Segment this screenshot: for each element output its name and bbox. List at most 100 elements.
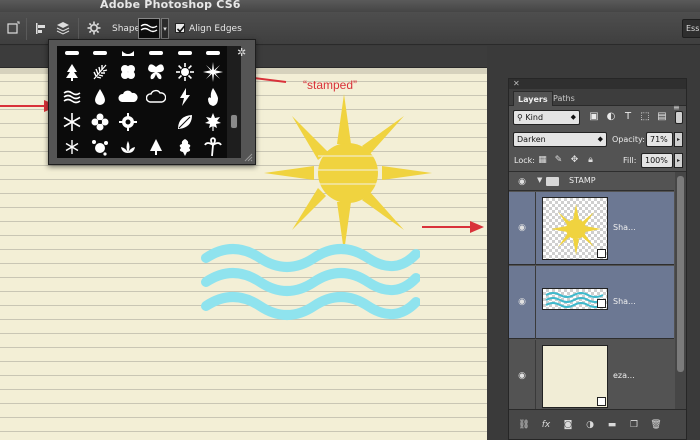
shape-dropdown-button[interactable]: ▾ <box>161 18 169 39</box>
shape-picker-cell[interactable] <box>201 109 226 134</box>
layer-row[interactable]: ◉ eza... <box>509 340 674 409</box>
path-arrange-icon[interactable] <box>56 21 70 35</box>
link-icon[interactable]: ⛓ <box>517 419 531 431</box>
eye-icon[interactable]: ◉ <box>516 223 528 233</box>
shape-picker-cell[interactable] <box>172 109 197 134</box>
filter-kind-select[interactable]: ⚲ Kind ◆ <box>513 110 580 125</box>
shamrock-icon <box>121 64 136 79</box>
shape-picker-cell[interactable] <box>201 46 226 59</box>
shape-picker-cell[interactable] <box>59 59 84 84</box>
shape-picker-cell[interactable] <box>201 84 226 109</box>
tab-paths[interactable]: Paths <box>549 91 579 106</box>
shape-picker-cell[interactable] <box>116 84 141 109</box>
gear-icon[interactable]: ✲ <box>237 46 246 59</box>
fx-icon[interactable]: fx <box>539 419 553 431</box>
shape-picker-cell[interactable] <box>144 134 169 158</box>
align-edges-label: Align Edges <box>189 24 242 34</box>
shape-picker-cell[interactable] <box>116 59 141 84</box>
fill-input[interactable]: 100% <box>641 153 673 168</box>
layer-group-row[interactable]: ◉ ▼ STAMP <box>509 172 674 191</box>
shape-picker-cell[interactable] <box>59 134 84 158</box>
shape-picker-cell[interactable] <box>116 109 141 134</box>
eye-icon[interactable]: ◉ <box>516 177 528 187</box>
waves-shape[interactable] <box>200 238 420 338</box>
type-filter-icon[interactable]: T <box>621 110 635 124</box>
eye-icon[interactable]: ◉ <box>516 297 528 307</box>
trash-icon[interactable]: 🗑︎ <box>649 419 663 431</box>
close-icon[interactable]: ✕ <box>513 79 520 89</box>
adjustment-layer-icon[interactable]: ◑ <box>583 419 597 431</box>
custom-shape-picker[interactable]: ✲ <box>48 39 256 165</box>
tool-preset-icon[interactable] <box>6 21 20 35</box>
workspace-switcher-button[interactable]: Ess <box>682 19 700 38</box>
lock-all-icon[interactable]: 🔒︎ <box>585 155 596 166</box>
adjustment-filter-icon[interactable]: ◐ <box>604 110 618 124</box>
panel-header: ✕ <box>509 79 686 89</box>
shape-picker-cell[interactable] <box>87 59 112 84</box>
opacity-label: Opacity: <box>612 135 645 144</box>
shape-picker-cell[interactable] <box>144 59 169 84</box>
shape-layer-badge-icon <box>597 249 606 258</box>
lock-position-icon[interactable]: ✥ <box>569 155 580 166</box>
picker-scroll-thumb[interactable] <box>230 114 238 129</box>
picker-scrollbar[interactable] <box>227 46 241 158</box>
snowflake-small-icon <box>65 139 78 154</box>
shape-picker-cell[interactable] <box>87 134 112 158</box>
shape-layer-badge-icon <box>597 299 606 308</box>
layer-row[interactable]: ◉ Sha... <box>509 192 674 265</box>
app-title: Adobe Photoshop CS6 <box>100 0 241 11</box>
shape-picker-cell[interactable] <box>87 109 112 134</box>
layers-scrollbar[interactable] <box>675 172 686 409</box>
layers-scroll-thumb[interactable] <box>677 176 684 372</box>
lock-transparency-icon[interactable]: ▦ <box>537 155 548 166</box>
waves-icon <box>140 23 158 33</box>
fill-dropdown-button[interactable]: ▸ <box>674 153 683 168</box>
chevron-down-icon: ▾ <box>163 25 167 33</box>
align-edges-checkbox[interactable] <box>175 23 186 33</box>
shape-picker-cell[interactable] <box>87 84 112 109</box>
blend-mode-value: Darken <box>517 135 546 144</box>
top-partial-icon <box>64 50 79 55</box>
shape-picker-cell[interactable] <box>201 59 226 84</box>
shape-picker-cell[interactable] <box>144 109 169 134</box>
shape-picker-cell[interactable] <box>59 46 84 59</box>
shape-swatch[interactable] <box>138 18 160 39</box>
row-divider <box>535 266 536 339</box>
sun-shape[interactable] <box>264 94 432 252</box>
layer-thumbnail-paper <box>542 345 608 408</box>
add-mask-icon[interactable]: ◙ <box>561 419 575 431</box>
new-group-icon[interactable]: ▬ <box>605 419 619 431</box>
shape-picker-cell[interactable] <box>116 134 141 158</box>
filter-kind-value: Kind <box>525 113 544 122</box>
opacity-dropdown-button[interactable]: ▸ <box>674 132 683 147</box>
opacity-input[interactable]: 71% <box>646 132 673 147</box>
shape-picker-cell[interactable] <box>87 46 112 59</box>
splat-icon <box>91 139 108 156</box>
path-align-icon[interactable] <box>34 21 48 35</box>
shape-picker-cell[interactable] <box>201 134 226 158</box>
shape-picker-cell[interactable] <box>172 84 197 109</box>
chevron-down-icon[interactable]: ▼ <box>537 176 542 184</box>
shape-picker-cell[interactable] <box>172 59 197 84</box>
filter-toggle-switch[interactable] <box>675 111 683 124</box>
gear-icon[interactable] <box>87 21 101 35</box>
eye-icon[interactable]: ◉ <box>516 371 528 381</box>
flower-icon <box>91 113 109 130</box>
tab-layers[interactable]: Layers <box>513 91 553 106</box>
shape-picker-cell[interactable] <box>172 46 197 59</box>
layer-thumbnail-waves <box>542 288 608 310</box>
pixel-filter-icon[interactable]: ▣ <box>587 110 601 124</box>
resize-grip-icon[interactable] <box>243 152 253 162</box>
lock-image-pixels-icon[interactable]: ✎ <box>553 155 564 166</box>
shape-picker-cell[interactable] <box>59 109 84 134</box>
shape-picker-cell[interactable] <box>172 134 197 158</box>
shape-picker-cell[interactable] <box>144 84 169 109</box>
shape-picker-cell[interactable] <box>59 84 84 109</box>
new-layer-icon[interactable]: ❐ <box>627 419 641 431</box>
shape-picker-cell[interactable] <box>116 46 141 59</box>
blend-mode-select[interactable]: Darken ◆ <box>513 132 607 147</box>
layer-row[interactable]: ◉ Sha... <box>509 266 674 339</box>
smart-object-filter-icon[interactable]: ▤ <box>655 110 669 124</box>
shape-picker-cell[interactable] <box>144 46 169 59</box>
shape-filter-icon[interactable]: ⬚ <box>638 110 652 124</box>
